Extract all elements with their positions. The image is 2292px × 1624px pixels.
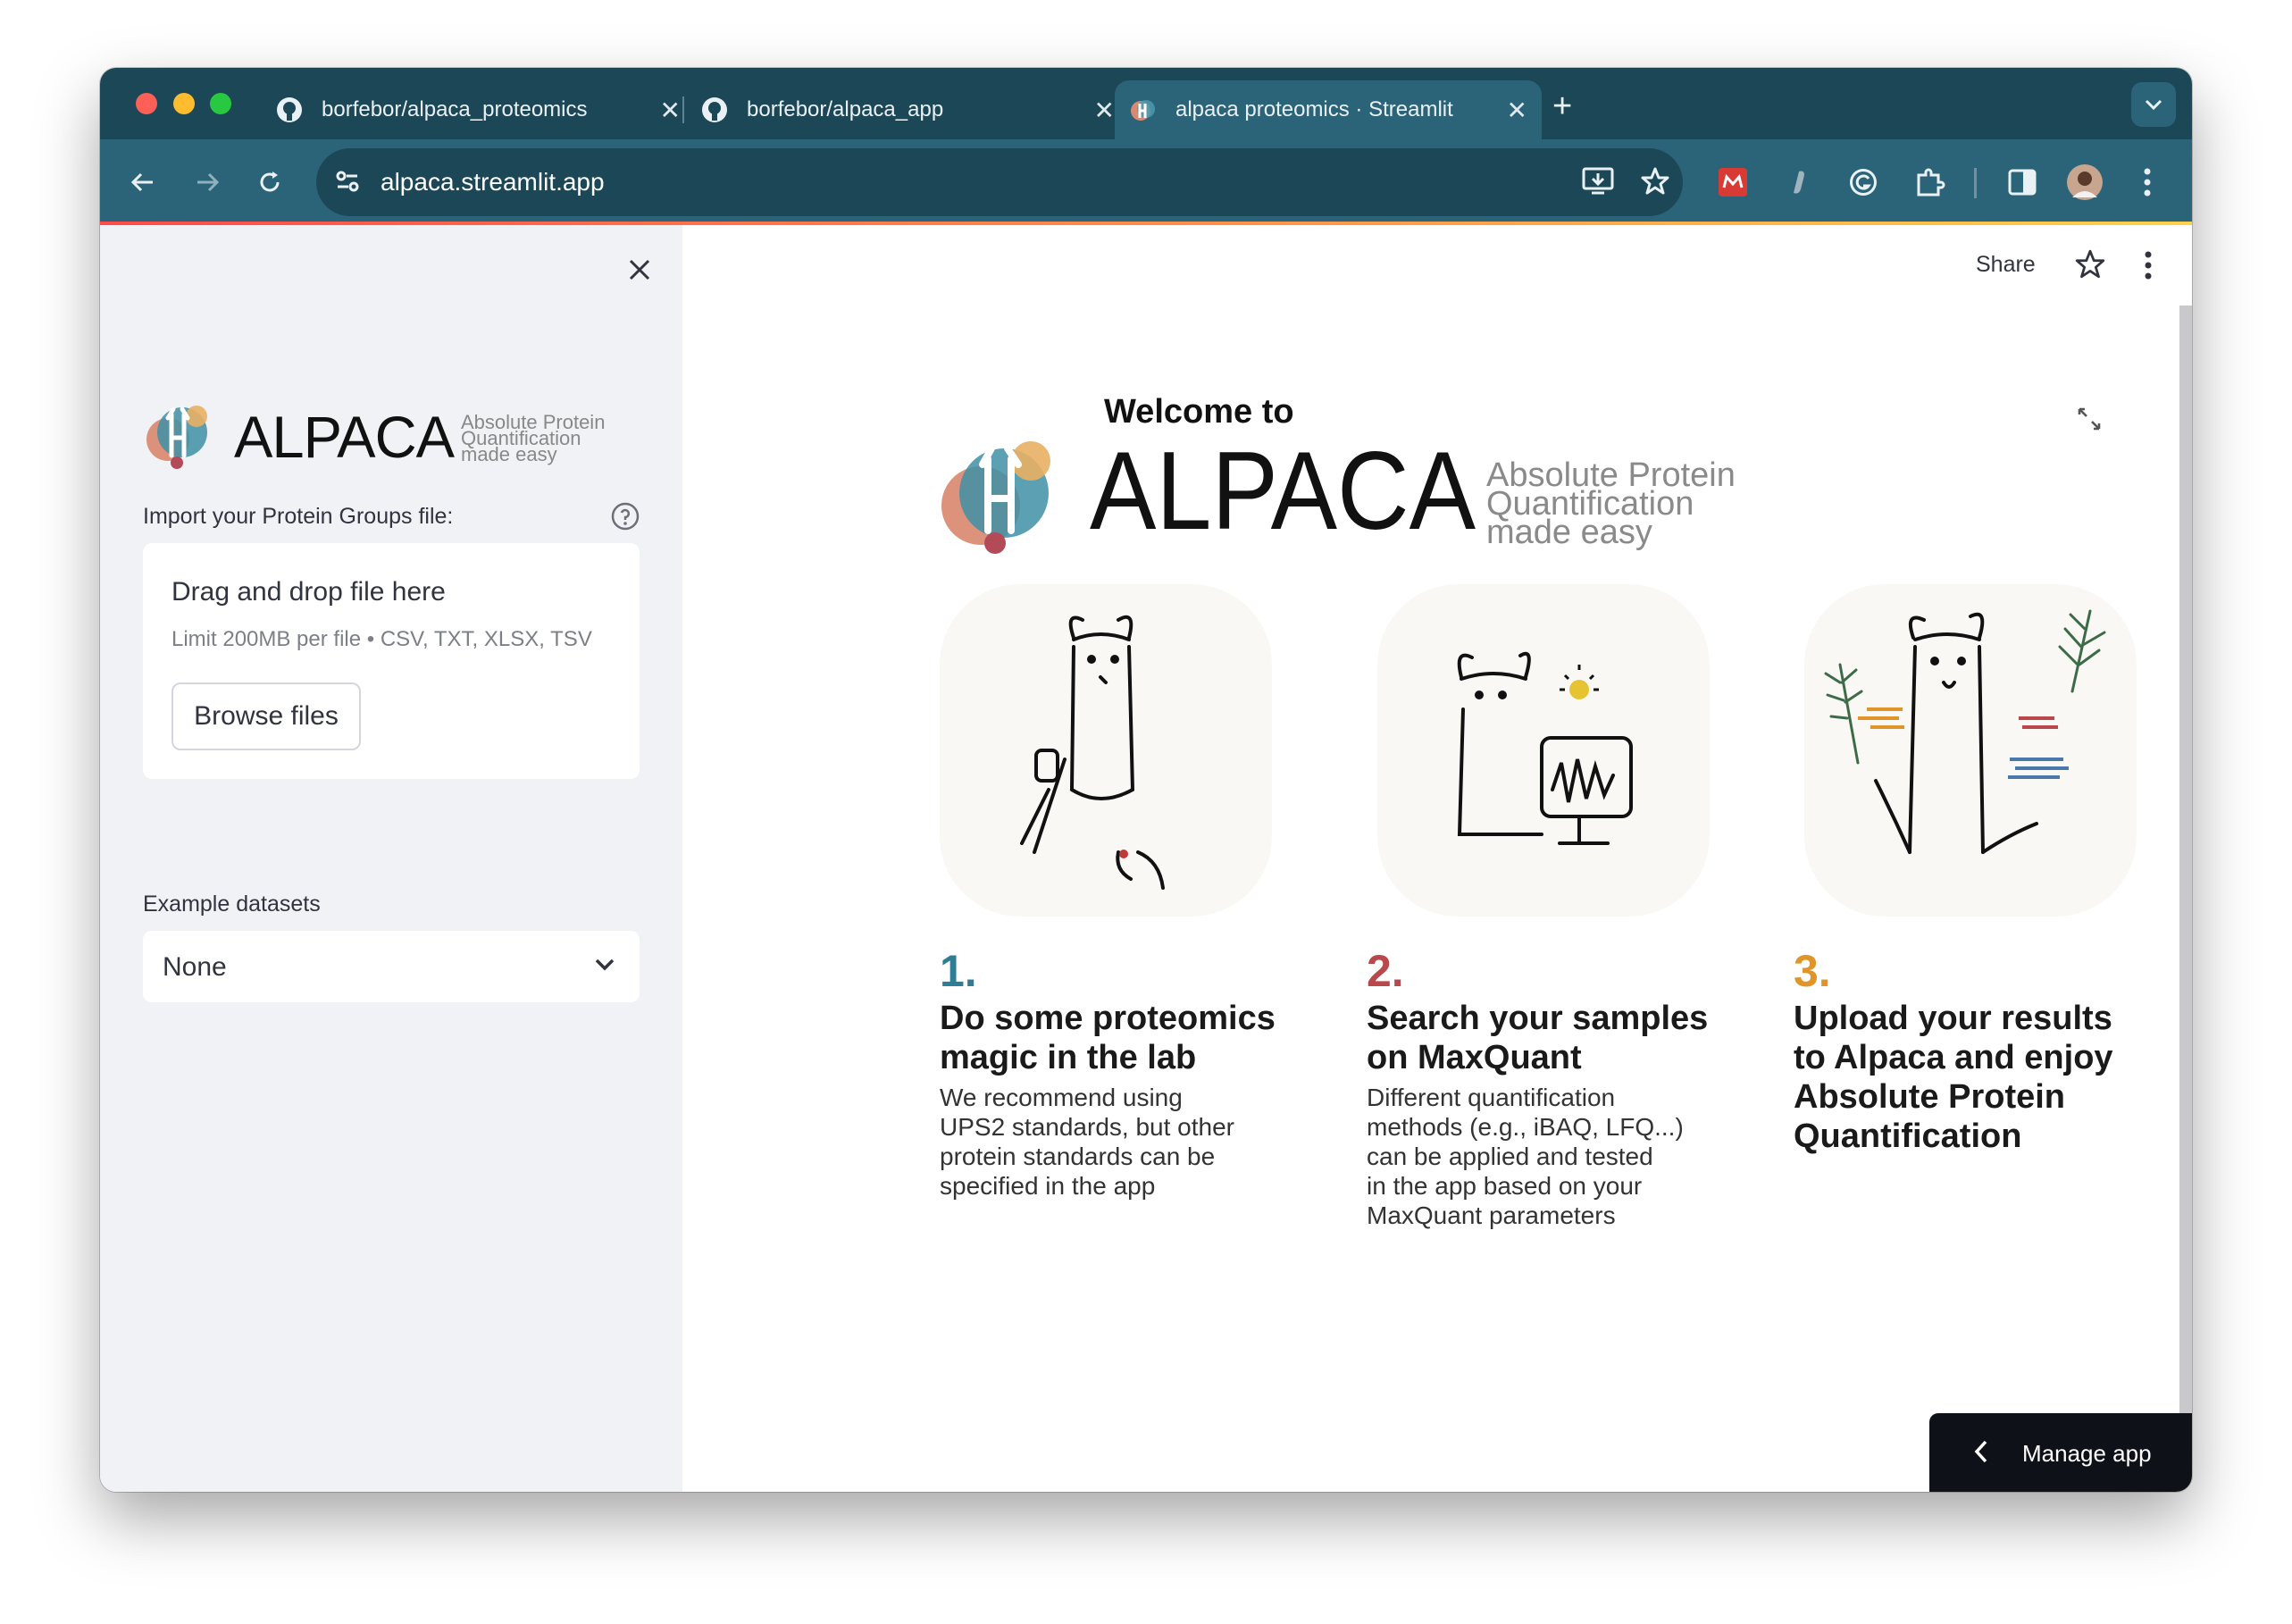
- share-button[interactable]: Share: [1976, 252, 2036, 278]
- tab-search-button[interactable]: [2131, 82, 2176, 127]
- close-icon[interactable]: ✕: [1094, 96, 1115, 125]
- star-icon[interactable]: [2074, 248, 2106, 285]
- profile-avatar[interactable]: [2063, 161, 2106, 204]
- dropzone-limit: Limit 200MB per file • CSV, TXT, XLSX, T…: [171, 627, 592, 651]
- side-panel-icon[interactable]: [2001, 161, 2044, 204]
- browser-menu-icon[interactable]: [2126, 161, 2169, 204]
- address-bar[interactable]: alpaca.streamlit.app: [316, 148, 1683, 216]
- step-desc-line: UPS2 standards, but other: [940, 1113, 1234, 1141]
- fullscreen-icon[interactable]: [2074, 404, 2104, 439]
- maximize-window-button[interactable]: [210, 93, 231, 114]
- new-tab-icon[interactable]: +: [1552, 88, 1572, 126]
- manage-app-button[interactable]: Manage app: [1929, 1413, 2192, 1492]
- step-description: Different quantification methods (e.g., …: [1367, 1083, 1724, 1230]
- alpaca-hero-logo: ALPACA Absolute Protein Quantification m…: [941, 430, 1736, 554]
- step-desc-line: can be applied and tested: [1367, 1143, 1653, 1170]
- tab-title: borfebor/alpaca_app: [747, 97, 944, 121]
- step-title-line: on MaxQuant: [1367, 1039, 1582, 1076]
- step-title-line: Absolute Protein: [1794, 1078, 2066, 1116]
- step-description: We recommend using UPS2 standards, but o…: [940, 1083, 1297, 1201]
- step-desc-line: in the app based on your: [1367, 1172, 1643, 1200]
- main-content: Share Welcome to ALPACA Absolute Protein…: [682, 225, 2192, 1492]
- tab-alpaca-app[interactable]: borfebor/alpaca_app ✕: [700, 80, 1129, 139]
- step-number: 3.: [1794, 946, 1831, 996]
- step-number: 2.: [1367, 946, 1404, 996]
- app-menu-icon[interactable]: [2144, 250, 2153, 285]
- grammarly-extension-icon[interactable]: [1842, 161, 1885, 204]
- site-settings-icon[interactable]: [332, 166, 363, 201]
- close-window-button[interactable]: [136, 93, 157, 114]
- upload-label: Import your Protein Groups file:: [143, 504, 454, 529]
- github-icon: [275, 96, 304, 124]
- step-desc-line: MaxQuant parameters: [1367, 1201, 1616, 1229]
- example-datasets-select[interactable]: None: [143, 931, 640, 1002]
- hero-wordmark: ALPACA: [1090, 430, 1476, 553]
- help-icon[interactable]: [611, 502, 640, 531]
- url-text: alpaca.streamlit.app: [381, 168, 605, 196]
- close-icon[interactable]: ✕: [660, 96, 681, 125]
- logo-tagline: made easy: [461, 443, 557, 465]
- tab-title: borfebor/alpaca_proteomics: [322, 97, 588, 121]
- close-icon[interactable]: ✕: [1507, 96, 1527, 125]
- step-title-line: Upload your results: [1794, 1000, 2112, 1037]
- minimize-window-button[interactable]: [173, 93, 195, 114]
- step-title: Upload your results to Alpaca and enjoy …: [1794, 999, 2169, 1156]
- step-desc-line: specified in the app: [940, 1172, 1156, 1200]
- scrollbar[interactable]: [2179, 306, 2192, 1492]
- chevron-down-icon: [2145, 99, 2162, 111]
- select-value: None: [163, 952, 227, 982]
- step-desc-line: Different quantification: [1367, 1084, 1616, 1111]
- step-title: Search your samples on MaxQuant: [1367, 999, 1742, 1077]
- step-title-line: magic in the lab: [940, 1039, 1197, 1076]
- dropzone-title: Drag and drop file here: [171, 577, 446, 607]
- step-desc-line: We recommend using: [940, 1084, 1183, 1111]
- alpaca-logo: ALPACA Absolute Protein Quantification m…: [146, 404, 605, 470]
- browser-toolbar: alpaca.streamlit.app: [100, 139, 2192, 225]
- example-datasets-label: Example datasets: [143, 892, 321, 917]
- step-title-line: to Alpaca and enjoy: [1794, 1039, 2113, 1076]
- close-sidebar-icon[interactable]: [622, 252, 657, 288]
- reload-icon[interactable]: [250, 163, 289, 202]
- llama-computer-image: [1457, 651, 1633, 845]
- hero-tagline: made easy: [1486, 514, 1652, 551]
- step-desc-line: protein standards can be: [940, 1143, 1216, 1170]
- step-1-illustration: [940, 584, 1272, 917]
- step-2-illustration: [1377, 584, 1710, 917]
- bookmark-star-icon[interactable]: [1640, 166, 1670, 201]
- step-title: Do some proteomics magic in the lab: [940, 999, 1315, 1077]
- install-app-icon[interactable]: [1581, 166, 1615, 201]
- back-icon[interactable]: [123, 163, 163, 202]
- script-extension-icon[interactable]: [1778, 161, 1820, 204]
- tab-strip: borfebor/alpaca_proteomics ✕ borfebor/al…: [100, 68, 2192, 139]
- step-3-illustration: [1804, 584, 2137, 917]
- step-title-line: Search your samples: [1367, 1000, 1709, 1037]
- browser-window: borfebor/alpaca_proteomics ✕ borfebor/al…: [100, 68, 2192, 1492]
- llama-pipette-image: [1020, 615, 1165, 890]
- tab-streamlit[interactable]: alpaca proteomics · Streamlit ✕: [1115, 80, 1542, 139]
- tab-title: alpaca proteomics · Streamlit: [1175, 97, 1453, 121]
- tab-alpaca-proteomics[interactable]: borfebor/alpaca_proteomics ✕: [275, 80, 695, 139]
- step-desc-line: methods (e.g., iBAQ, LFQ...): [1367, 1113, 1684, 1141]
- step-number: 1.: [940, 946, 977, 996]
- manage-app-label: Manage app: [2022, 1440, 2152, 1467]
- mendeley-extension-icon[interactable]: [1711, 161, 1754, 204]
- llama-beach-image: [1824, 609, 2106, 854]
- forward-icon[interactable]: [188, 163, 227, 202]
- sidebar: ALPACA Absolute Protein Quantification m…: [100, 225, 682, 1492]
- alpaca-favicon-icon: [1129, 96, 1158, 124]
- extensions-puzzle-icon[interactable]: [1908, 161, 1951, 204]
- browse-files-button[interactable]: Browse files: [171, 682, 361, 750]
- file-dropzone[interactable]: Drag and drop file here Limit 200MB per …: [143, 543, 640, 779]
- step-title-line: Quantification: [1794, 1118, 2022, 1155]
- logo-wordmark: ALPACA: [234, 404, 455, 470]
- github-icon: [700, 96, 729, 124]
- chevron-down-icon: [593, 956, 616, 976]
- chevron-left-icon: [1972, 1438, 1990, 1471]
- step-title-line: Do some proteomics: [940, 1000, 1276, 1037]
